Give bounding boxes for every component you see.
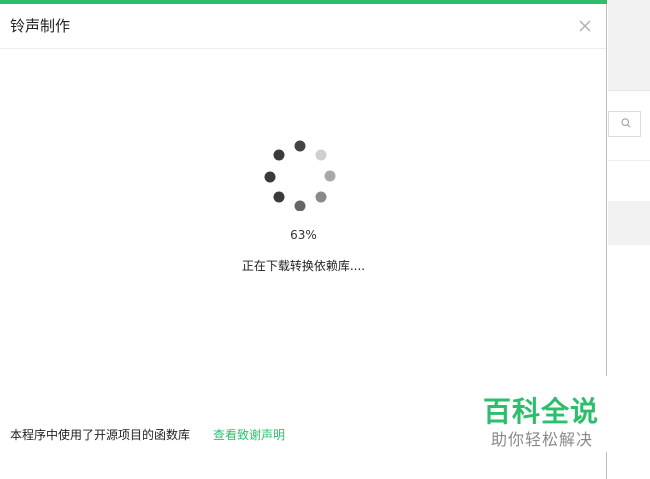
spinner-dot xyxy=(264,171,276,183)
dialog-title: 铃声制作 xyxy=(10,17,71,35)
close-icon[interactable] xyxy=(577,18,593,34)
watermark-title: 百科全说 xyxy=(483,395,600,428)
watermark-logo: 百科全说 助你轻松解决 xyxy=(472,376,626,452)
acknowledgements-link[interactable]: 查看致谢声明 xyxy=(213,426,285,443)
loading-spinner-icon xyxy=(264,140,336,211)
spinner-dot xyxy=(273,149,285,161)
spinner-dot xyxy=(273,191,285,203)
footer-note: 本程序中使用了开源项目的函数库 xyxy=(10,428,191,442)
background-divider xyxy=(608,90,650,91)
status-text: 正在下载转换依赖库.... xyxy=(241,259,366,273)
dialog-header: 铃声制作 xyxy=(0,4,606,49)
background-row-band xyxy=(608,201,650,245)
spinner-dot xyxy=(294,140,306,152)
spinner-dot xyxy=(315,149,327,161)
progress-percent: 63% xyxy=(290,228,317,242)
watermark-subtitle: 助你轻松解决 xyxy=(491,430,594,449)
background-divider xyxy=(608,160,650,161)
spinner-dot xyxy=(324,170,336,182)
search-icon[interactable] xyxy=(621,118,631,128)
spinner-dot xyxy=(315,191,327,203)
background-header-band xyxy=(608,0,650,90)
spinner-dot xyxy=(294,200,306,211)
